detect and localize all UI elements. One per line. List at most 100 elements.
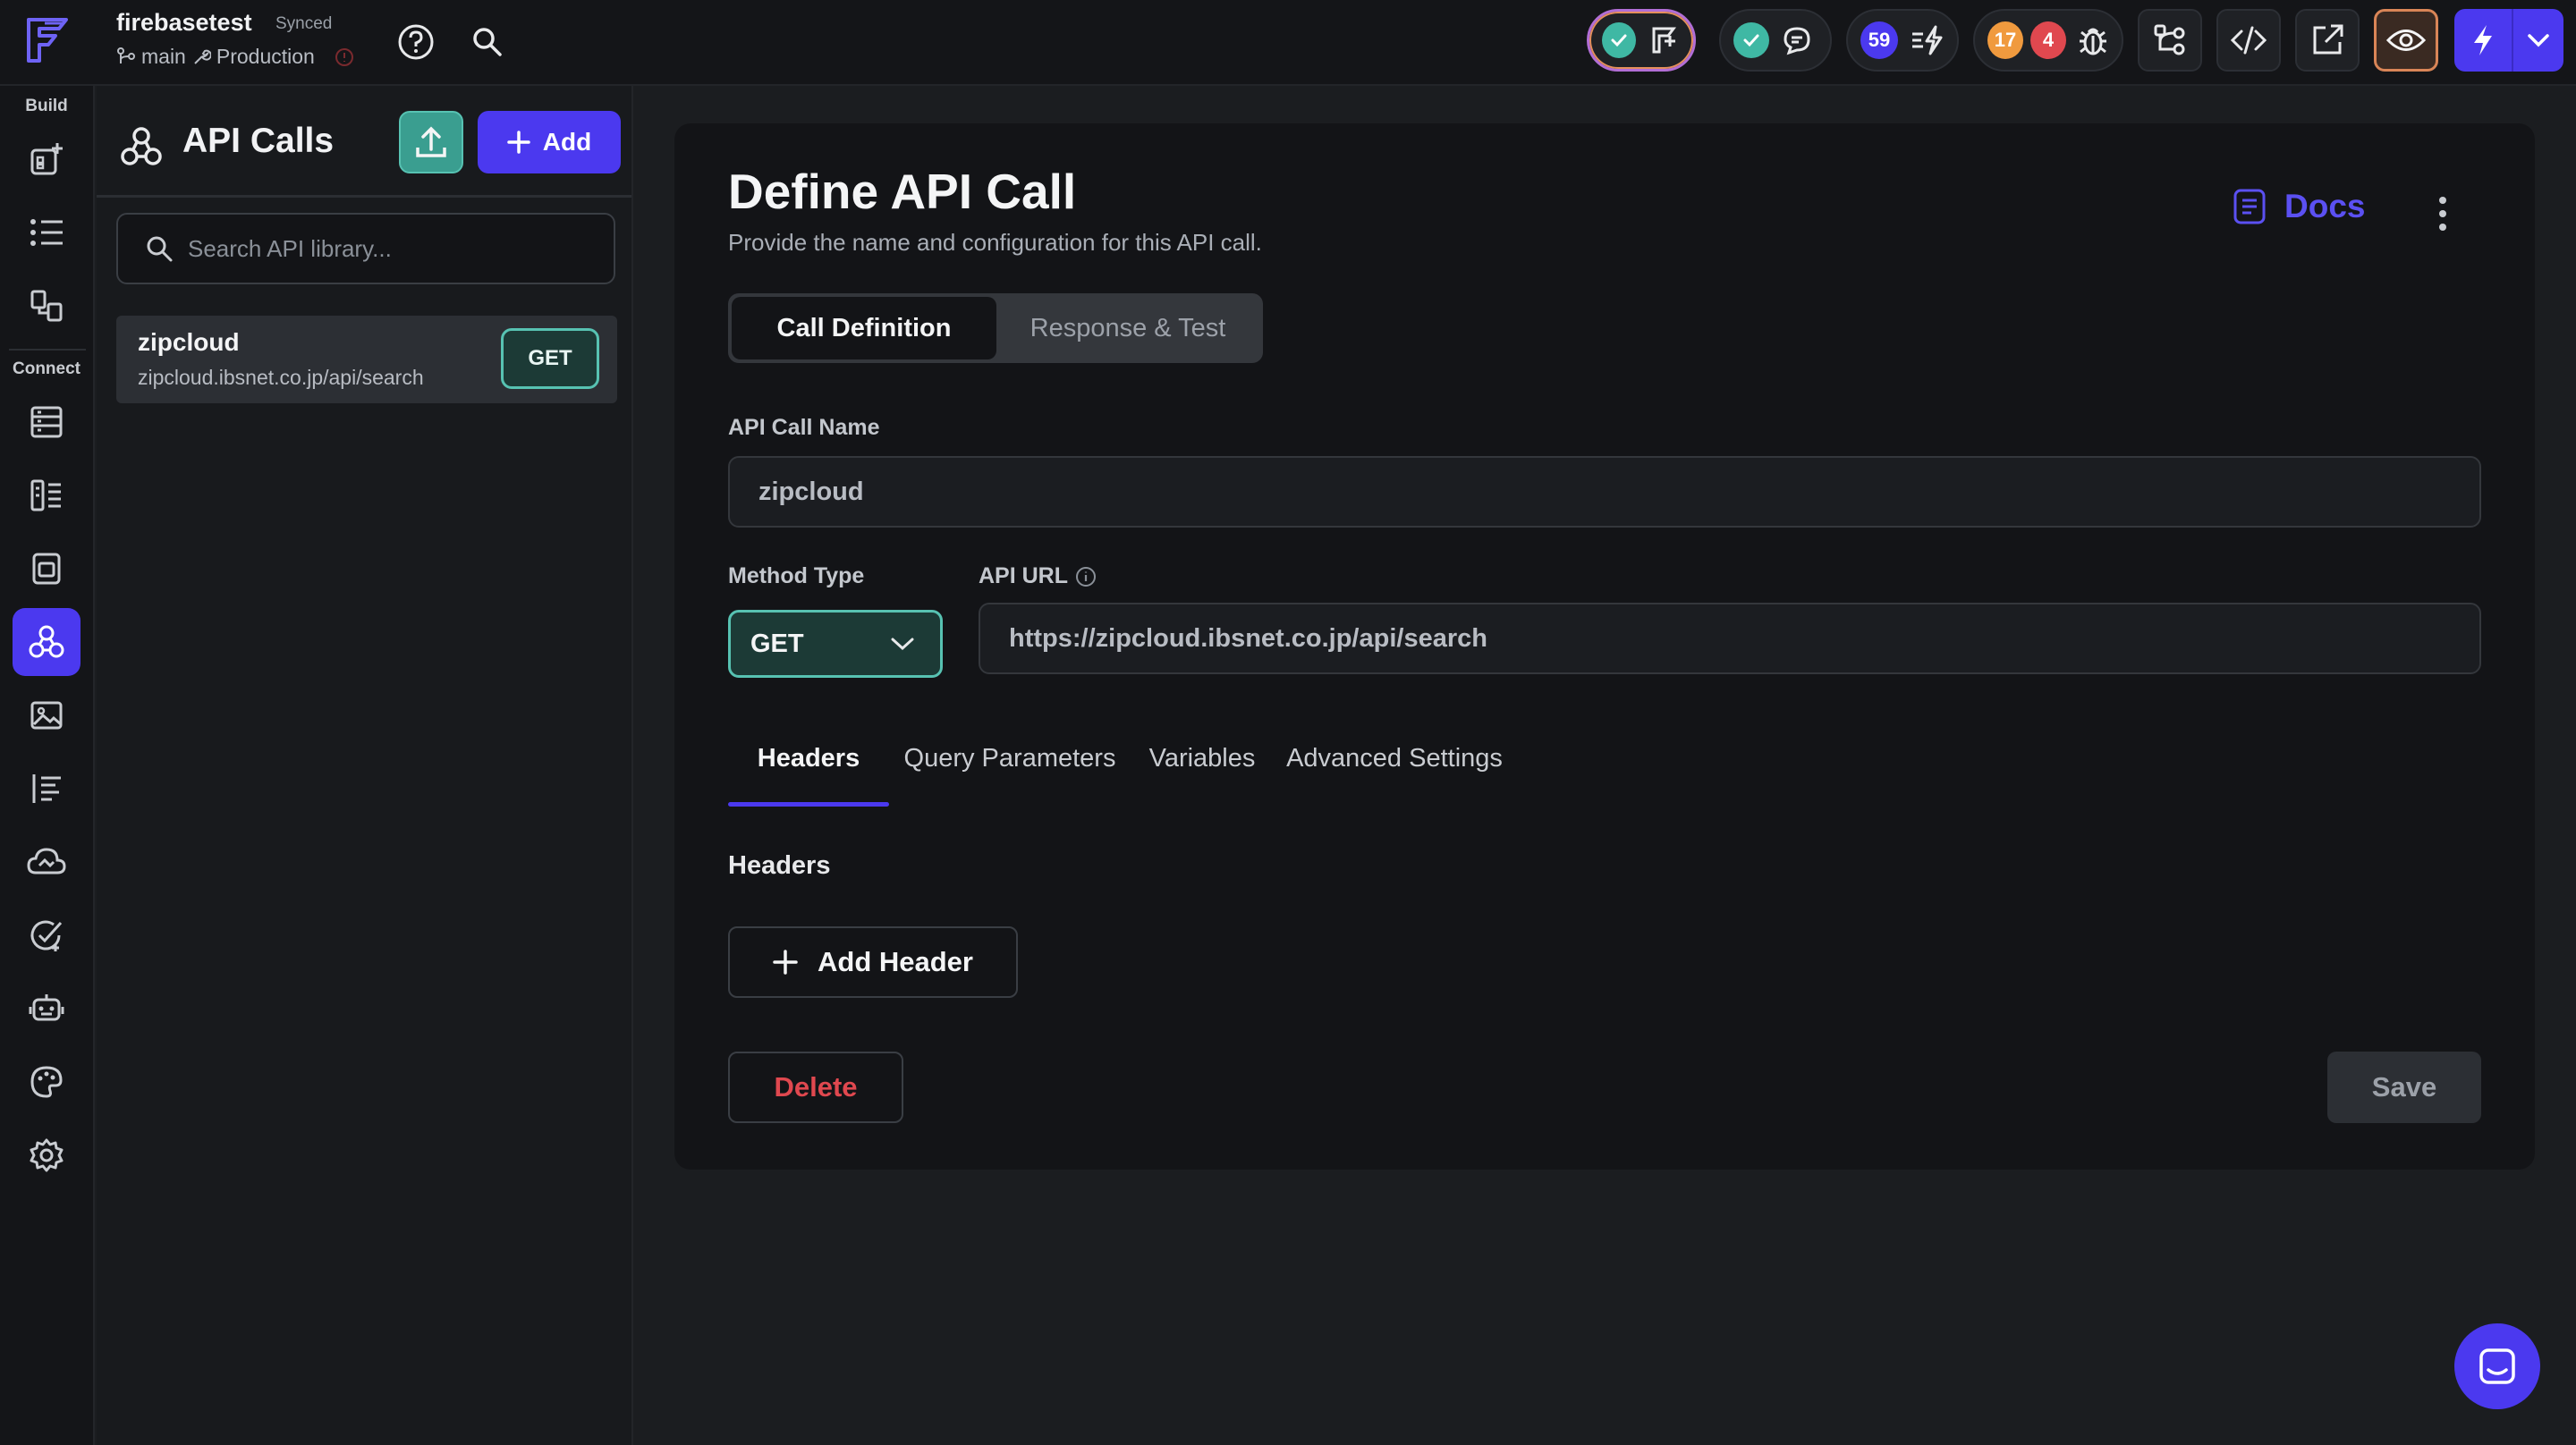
- list-icon: [29, 216, 64, 249]
- data-types-icon: [29, 477, 64, 513]
- warnings-pill[interactable]: 59: [1846, 9, 1959, 72]
- api-call-name-field[interactable]: zipcloud: [728, 456, 2481, 528]
- comments-pill[interactable]: [1719, 9, 1832, 72]
- add-header-label: Add Header: [818, 946, 973, 977]
- nav-rail: Build Connect: [0, 86, 95, 1445]
- check-icon: [1602, 22, 1636, 58]
- rail-item-storyboard[interactable]: [13, 272, 80, 340]
- import-api-button[interactable]: [399, 111, 463, 173]
- info-icon[interactable]: [1075, 566, 1097, 587]
- api-search[interactable]: [116, 213, 615, 284]
- chevron-down-icon[interactable]: [2513, 9, 2563, 72]
- rail-item-add-widget[interactable]: [13, 125, 80, 193]
- rail-label-build: Build: [25, 97, 68, 115]
- info-warning-icon[interactable]: [335, 47, 354, 67]
- api-calls-panel: API Calls Add zipcloud zipcloud.ibsnet.c…: [97, 86, 633, 1445]
- comment-icon: [1780, 23, 1814, 57]
- view-code-button[interactable]: [2216, 9, 2281, 72]
- settings-icon: [29, 1137, 64, 1173]
- rail-item-app-state[interactable]: [13, 535, 80, 603]
- tab-query-parameters[interactable]: Query Parameters: [889, 731, 1131, 807]
- run-lightning-icon[interactable]: [2454, 9, 2512, 72]
- chat-icon: [2478, 1347, 2517, 1386]
- rail-item-data-types[interactable]: [13, 461, 80, 529]
- errors-pill[interactable]: 17 4: [1973, 9, 2123, 72]
- delete-button[interactable]: Delete: [728, 1052, 903, 1123]
- rail-label-connect: Connect: [13, 359, 80, 378]
- rail-item-media-assets[interactable]: [13, 681, 80, 749]
- api-list-item[interactable]: zipcloud zipcloud.ibsnet.co.jp/api/searc…: [116, 316, 617, 403]
- rail-item-custom-code[interactable]: [13, 755, 80, 823]
- agent-status-pill[interactable]: [1587, 9, 1696, 72]
- rail-item-widget-tree[interactable]: [13, 199, 80, 266]
- segment-response-test[interactable]: Response & Test: [996, 297, 1259, 359]
- sync-status: Synced: [275, 14, 333, 33]
- errors-secondary-count: 4: [2030, 21, 2066, 59]
- search-icon: [145, 234, 174, 263]
- rail-item-tests[interactable]: [13, 901, 80, 969]
- plus-icon: [773, 950, 798, 975]
- support-chat-button[interactable]: [2454, 1323, 2540, 1409]
- docs-link[interactable]: Docs: [2233, 188, 2365, 225]
- add-api-button[interactable]: Add: [478, 111, 621, 173]
- lightning-list-icon: [1909, 23, 1945, 57]
- custom-code-icon: [29, 771, 64, 807]
- app-root: firebasetest Synced main Production 59 1…: [0, 0, 2576, 1445]
- chevron-down-icon: [890, 637, 915, 651]
- api-item-url: zipcloud.ibsnet.co.jp/api/search: [138, 366, 424, 389]
- add-widget-icon: [29, 141, 64, 177]
- api-calls-icon: [118, 123, 165, 170]
- api-item-name: zipcloud: [138, 328, 240, 356]
- page-title: Define API Call: [728, 164, 1077, 219]
- method-badge[interactable]: GET: [501, 328, 599, 389]
- run-button[interactable]: [2454, 9, 2563, 72]
- add-header-button[interactable]: Add Header: [728, 926, 1018, 998]
- tests-icon: [29, 917, 64, 953]
- search-icon[interactable]: [465, 20, 510, 64]
- branch-name: main: [141, 45, 186, 68]
- method-type-select[interactable]: GET: [728, 610, 943, 678]
- agents-icon: [29, 991, 64, 1027]
- rail-item-api-calls[interactable]: [13, 608, 80, 676]
- environment-name: Production: [216, 45, 315, 68]
- add-label: Add: [542, 128, 592, 156]
- preview-button[interactable]: [2374, 9, 2438, 72]
- app-state-icon: [29, 551, 64, 587]
- rail-item-agents[interactable]: [13, 975, 80, 1043]
- api-url-field[interactable]: https://zipcloud.ibsnet.co.jp/api/search: [979, 603, 2481, 674]
- upload-icon: [414, 124, 448, 160]
- api-call-name-label: API Call Name: [728, 415, 880, 440]
- branch-info[interactable]: main Production: [116, 45, 354, 69]
- rail-item-settings[interactable]: [13, 1121, 80, 1189]
- project-name[interactable]: firebasetest: [116, 9, 252, 37]
- document-icon: [2233, 188, 2267, 225]
- tab-advanced-settings[interactable]: Advanced Settings: [1274, 731, 1515, 807]
- rail-item-cloud-functions[interactable]: [13, 828, 80, 896]
- bug-icon: [2077, 23, 2109, 57]
- branching-button[interactable]: [2138, 9, 2202, 72]
- storyboard-icon: [29, 288, 64, 324]
- tab-headers[interactable]: Headers: [728, 731, 889, 807]
- define-api-card: Define API Call Provide the name and con…: [674, 123, 2535, 1170]
- rail-item-firestore[interactable]: [13, 388, 80, 456]
- theme-icon: [29, 1064, 64, 1100]
- definition-segmented-control: Call Definition Response & Test: [728, 293, 1263, 363]
- help-circle-icon[interactable]: [394, 20, 438, 64]
- rail-item-theme[interactable]: [13, 1048, 80, 1116]
- flutterflow-logo-icon[interactable]: [23, 13, 73, 66]
- headers-section-title: Headers: [728, 851, 831, 880]
- api-url-label: API URL: [979, 563, 1068, 588]
- api-search-input[interactable]: [188, 234, 599, 263]
- media-assets-icon: [29, 697, 64, 733]
- method-type-label: Method Type: [728, 563, 865, 588]
- plus-icon: [507, 131, 530, 154]
- save-button[interactable]: Save: [2327, 1052, 2481, 1123]
- wrench-icon: [191, 47, 211, 67]
- errors-primary-count: 17: [1987, 21, 2023, 59]
- tab-variables[interactable]: Variables: [1131, 731, 1274, 807]
- branch-icon: [116, 46, 136, 67]
- more-options-icon[interactable]: [2429, 191, 2456, 236]
- panel-title: API Calls: [182, 122, 335, 160]
- segment-call-definition[interactable]: Call Definition: [732, 297, 996, 359]
- open-external-button[interactable]: [2295, 9, 2360, 72]
